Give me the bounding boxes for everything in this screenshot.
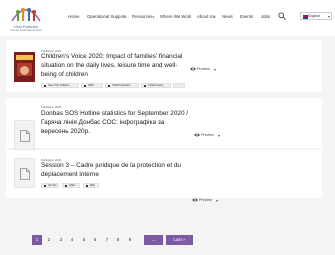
chevron-down-icon [327, 15, 330, 18]
nav-where-we-work[interactable]: Where We Work [160, 14, 191, 19]
tag-icon [43, 185, 47, 188]
published-date: Published: 2020 [41, 105, 62, 109]
tag[interactable]: Mali [83, 183, 99, 188]
site-logo[interactable]: Child Protection Hub for South East Euro… [6, 3, 46, 33]
page-5-link[interactable]: 5 [79, 235, 89, 245]
page-6-link[interactable]: 6 [90, 235, 100, 245]
nav-resources[interactable]: Resources [132, 14, 153, 19]
search-icon[interactable] [278, 12, 286, 20]
eye-icon [190, 67, 196, 71]
nav-about-us-chevron-icon: ▾ [214, 14, 216, 19]
resource-card: Published: 2020 Donbas SOS Hotline stati… [6, 98, 322, 156]
tag[interactable]: 2020 [62, 183, 80, 188]
page-2-link[interactable]: 2 [44, 235, 54, 245]
document-thumbnail[interactable] [14, 120, 35, 150]
eye-icon [194, 133, 200, 137]
chevron-down-icon [218, 134, 220, 137]
page-4-link[interactable]: 4 [67, 235, 77, 245]
nav-operational-support-chevron-icon: ▾ [125, 14, 127, 19]
nav-jobs[interactable]: Jobs [261, 14, 270, 19]
page-7-link[interactable]: 7 [102, 235, 112, 245]
tag[interactable]: 2020 [81, 83, 103, 88]
tag[interactable]: Save The Children [41, 83, 79, 88]
tag-icon [64, 185, 68, 188]
language-select[interactable]: English [300, 12, 332, 20]
language-value: English [308, 14, 320, 18]
tag-icon [43, 85, 47, 88]
document-icon [20, 130, 30, 142]
nav-news[interactable]: News [222, 14, 233, 19]
more-tags[interactable]: ... [173, 83, 185, 88]
document-thumbnail[interactable] [14, 158, 35, 188]
uk-flag-icon [302, 14, 308, 19]
resource-thumbnail[interactable] [14, 52, 35, 82]
tag[interactable]: Child Poverty [141, 83, 171, 88]
resource-title[interactable]: Children's Voice 2020: Impact of familie… [41, 53, 186, 79]
page-1-link[interactable]: 1 [32, 235, 42, 245]
chevron-down-icon [214, 68, 216, 71]
page-8-link[interactable]: 8 [113, 235, 123, 245]
next-page-button[interactable]: → [144, 235, 163, 245]
resource-card: Published: 2020 Session 3 – Cadre juridi… [6, 150, 322, 202]
logo-subtitle: Hub for South East Europe [10, 29, 42, 32]
resource-card: Published: 2020 Children's Voice 2020: I… [6, 40, 322, 92]
tag-icon [107, 85, 111, 88]
nav-operational-support[interactable]: Operational Support [87, 14, 125, 19]
page-9-link[interactable]: 9 [125, 235, 135, 245]
tag-icon [83, 85, 87, 88]
resource-title[interactable]: Donbas SOS Hotline statistics for Septem… [41, 110, 189, 136]
tag[interactable]: Child Protection [105, 83, 139, 88]
resource-title[interactable]: Session 3 – Cadre juridique de la protec… [41, 162, 181, 180]
tag-icon [143, 85, 147, 88]
chevron-down-icon [216, 199, 218, 202]
eye-icon [192, 198, 198, 202]
document-icon [20, 168, 30, 180]
page-3-link[interactable]: 3 [56, 235, 66, 245]
logo-figures-icon [11, 8, 41, 22]
site-header: Child Protection Hub for South East Euro… [0, 0, 335, 36]
nav-about-us[interactable]: About Us [197, 14, 215, 19]
nav-home[interactable]: Home [68, 14, 79, 19]
nav-events[interactable]: Events [240, 14, 253, 19]
tag[interactable]: UK info [41, 183, 59, 188]
tag-icon [85, 185, 89, 188]
nav-resources-chevron-icon: ▾ [153, 14, 155, 19]
last-page-button[interactable]: Last » [166, 235, 193, 245]
